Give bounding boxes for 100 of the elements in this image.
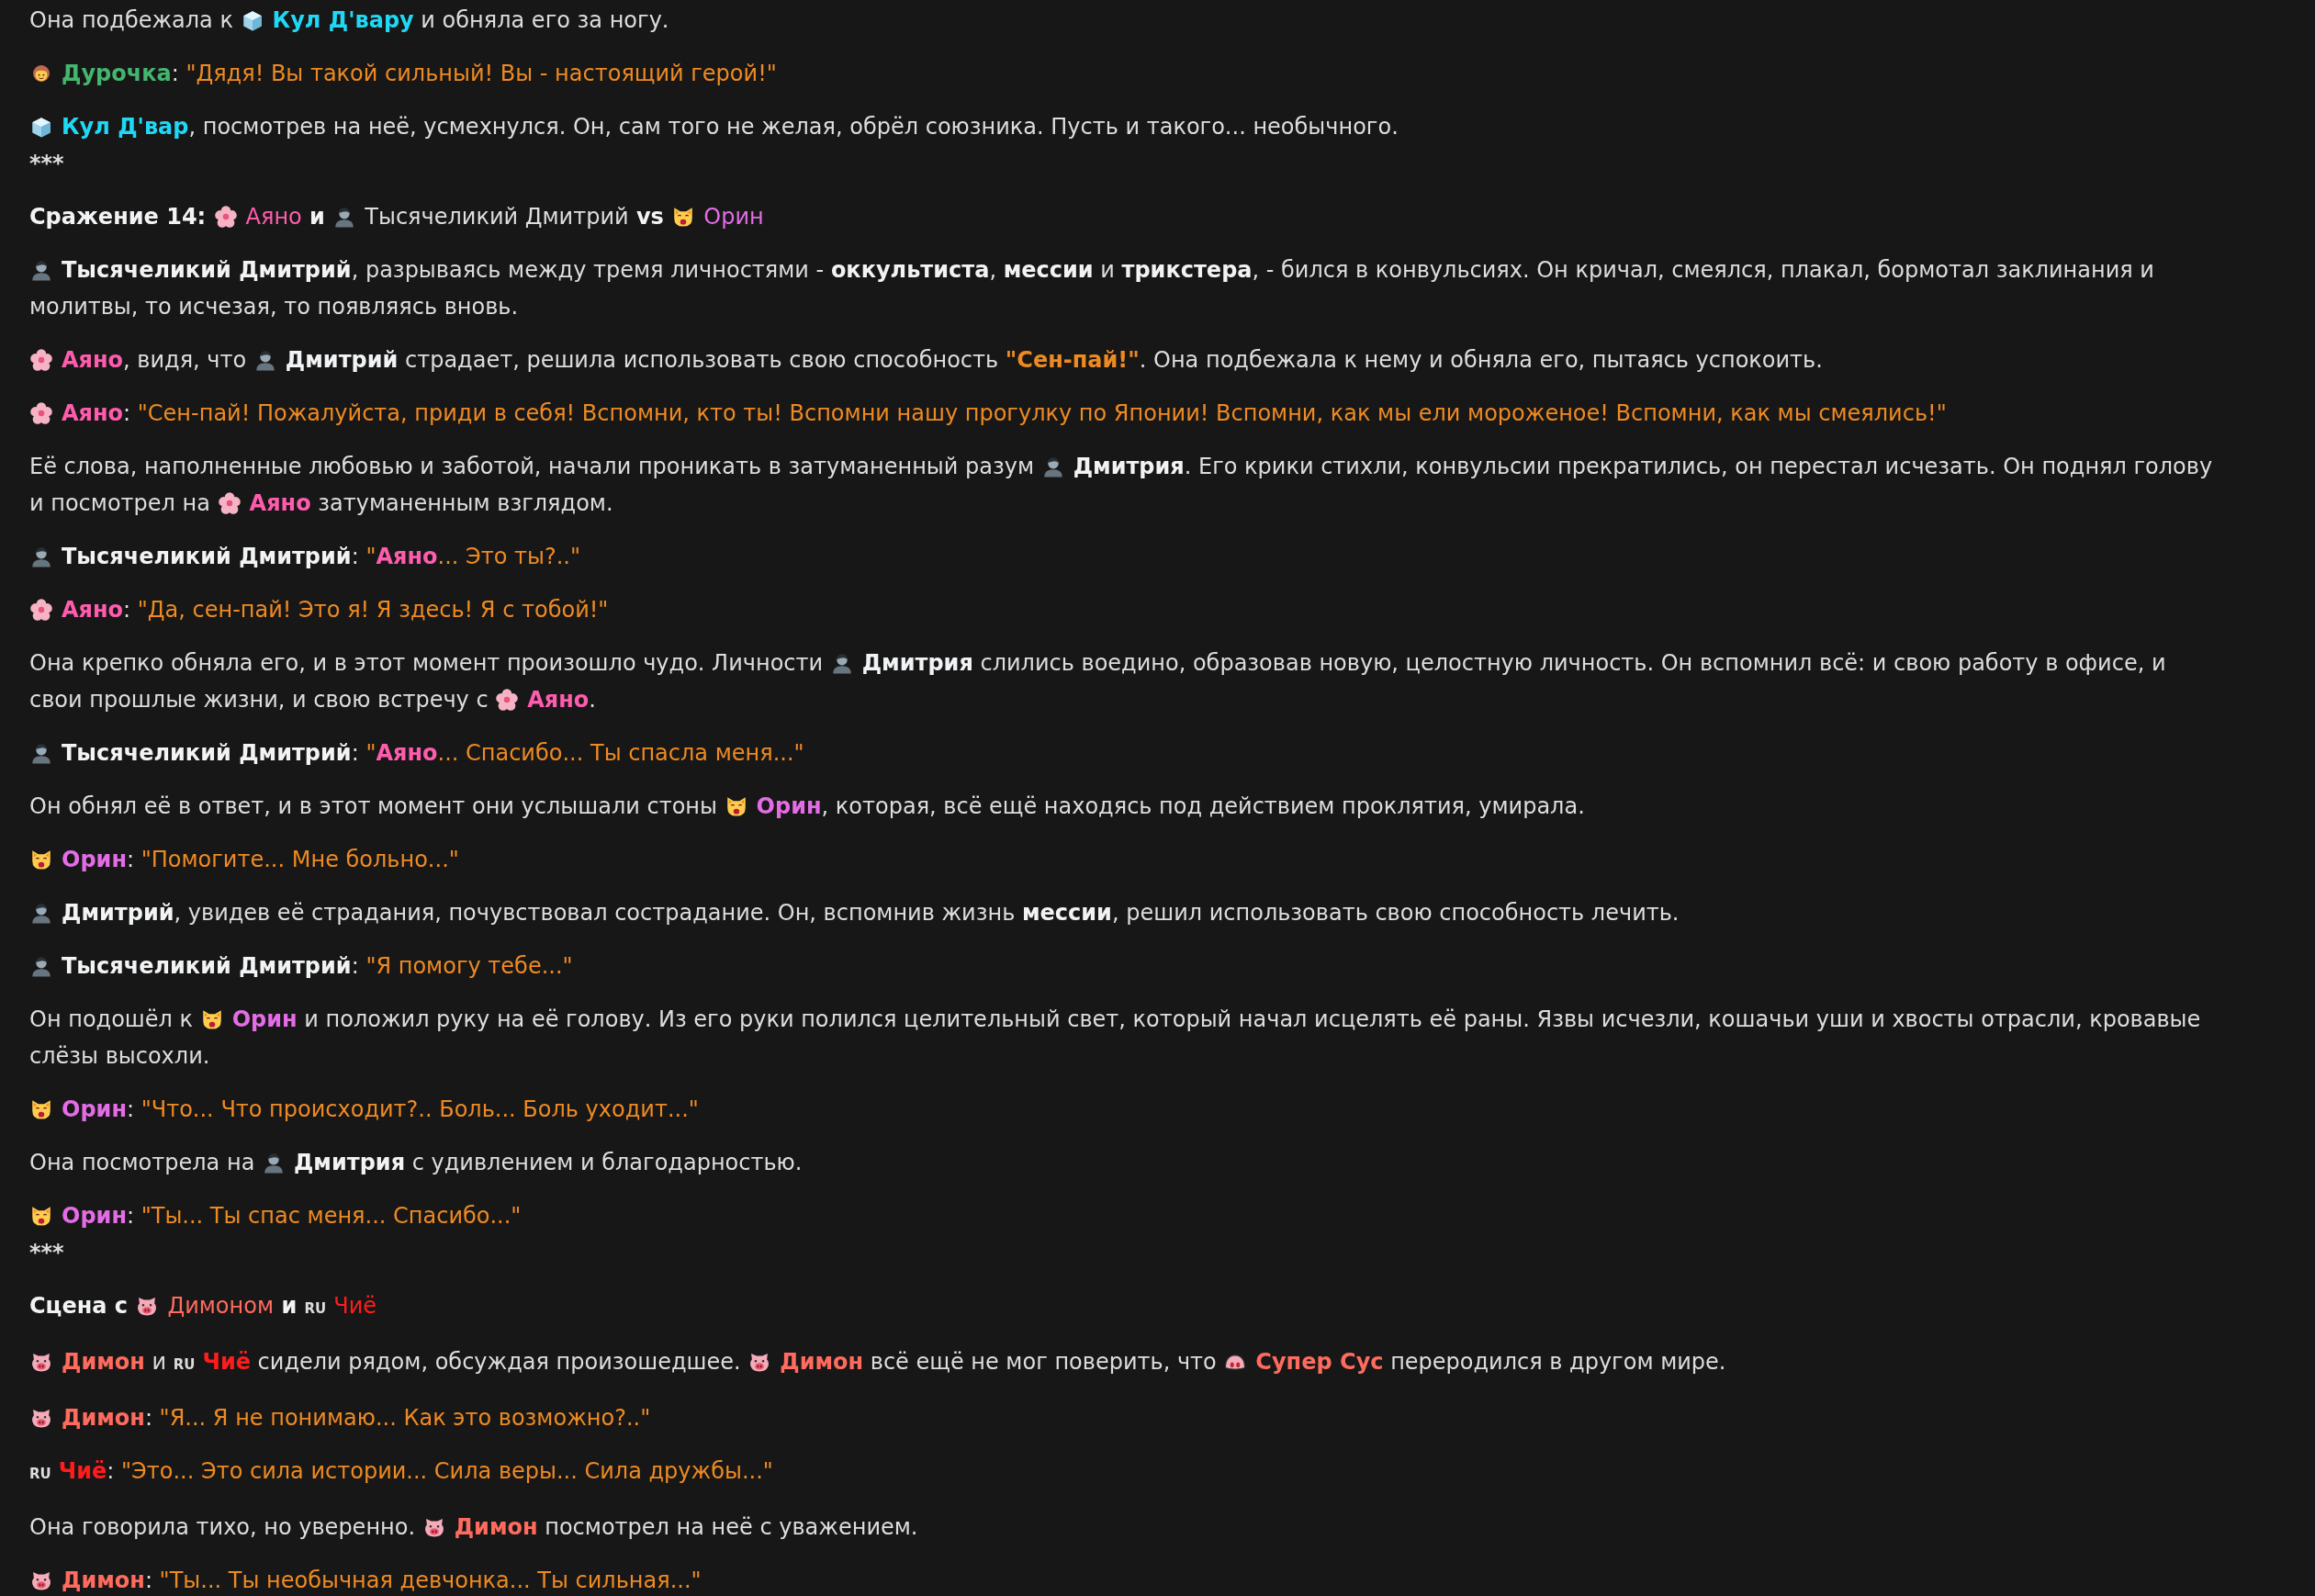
blossom-icon [29,401,53,425]
story-text: Её слова, наполненные любовью и заботой, начали проникать в затуманенный разум [29,454,1035,479]
ice-cube-icon [29,115,53,139]
character-name: Димон [62,1405,145,1431]
cat-icon [29,1204,53,1228]
bold-text: трикстера [1121,257,1253,283]
story-text: свои прошлые жизни, и свою встречу с [29,687,489,713]
bold-text: мессии [1003,257,1094,283]
story-text: , разрываясь между тремя личностями - [351,257,826,283]
story-text: : [171,61,180,86]
story-text: , решил использовать свою способность лечить. [1111,900,1680,926]
story-text: , видя, что [123,347,248,373]
story-text: Она подбежала к [29,7,234,33]
story-text: : [144,1405,153,1431]
story-text: : [127,847,136,872]
country-code: RU [173,1356,196,1373]
bold-text: Тысячеликий Дмитрий [62,740,352,766]
story-text: и [151,1349,168,1375]
bold-text: Дмитрий [62,900,174,926]
story-text: , увидев её страдания, почувствовал сострадание. Он, вспомнив жизнь [174,900,1017,926]
dialogue-text: "Я помогу тебе..." [365,953,573,979]
bold-text: мессии [1021,900,1112,926]
story-text: . [589,687,596,713]
character-name: Орин [62,1203,127,1229]
character-name: Чиё [202,1349,251,1375]
character-name: Димон [62,1349,145,1375]
dialogue-text: "Это... Это сила истории... Сила веры... Сила дружбы..." [120,1458,773,1484]
story-text: слились воедино, образовав новую, целостную личность. Он вспомнил всё: и свою работу в офисе, и [979,650,2166,676]
story-text: Он обнял её в ответ, и в этот момент они услышали стоны [29,793,718,819]
bold-text: и [280,1293,298,1319]
dialogue-text: "Помогите... Мне больно..." [140,847,459,872]
story-text: Он подошёл к [29,1006,195,1032]
story-text: : [127,1096,136,1122]
story-text: посмотрел на неё с уважением. [544,1514,918,1540]
story-text: и [1099,257,1116,283]
bold-text: оккультиста [830,257,990,283]
story-text: , посмотрев на неё, усмехнулся. Он, сам того не желая, обрёл союзника. Пусть и такого... необычного. [188,114,1399,140]
character-name: Орин [62,847,127,872]
bold-text: Дмитрия [1073,454,1185,479]
story-text: , [989,257,998,283]
character-name: Димон [780,1349,864,1375]
story-text: и обняла его за ногу. [420,7,669,33]
story-text: : [127,1203,136,1229]
dialogue-text: "Ты... Ты спас меня... Спасибо..." [140,1203,522,1229]
bold-text: Тысячеликий Дмитрий [62,544,352,569]
dialogue-text: "Дядя! Вы такой сильный! Вы - настоящий герой!" [185,61,777,86]
character-name: Аяно [62,597,124,623]
person-icon [29,954,53,978]
dialogue-text: " [365,740,376,766]
bold-text: Тысячеликий Дмитрий [62,257,352,283]
bold-text: Тысячеликий Дмитрий [62,953,352,979]
character-name: Орин [756,793,822,819]
country-code: RU [304,1300,327,1317]
country-code: RU [29,1466,51,1482]
story-text: молитвы, то исчезая, то появляясь вновь. [29,294,519,320]
bold-text: Сражение 14: [29,204,208,230]
story-text: : [351,953,360,979]
character-name: Кул Д'вару [272,7,414,33]
person-icon [29,901,53,925]
story-text: : [123,400,132,426]
person-icon [29,258,53,282]
character-name: Чиё [333,1293,377,1319]
story-text: . Она подбежала к нему и обняла его, пытаясь успокоить. [1139,347,1823,373]
cat-icon [29,1097,53,1121]
scene-break: *** [29,150,65,178]
story-text: слёзы высохли. [29,1043,210,1069]
story-text: страдает, решила использовать свою способность [404,347,1000,373]
story-text: : [107,1458,116,1484]
story-text: Она говорила тихо, но уверенно. [29,1514,417,1540]
dialogue-text: " [365,544,376,569]
dialogue-text: "Да, сен-пай! Это я! Я здесь! Я с тобой!" [137,597,609,623]
story-text: и положил руку на её голову. Из его руки полился целительный свет, который начал исцелять её раны. Язвы исчезли, кошачьи уши и хвосты отрасли, кровавые [303,1006,2201,1032]
character-name: Димоном [167,1293,275,1319]
dialogue-text: "Я... Я не понимаю... Как это возможно?.." [159,1405,651,1431]
story-text: : [351,544,360,569]
character-name: Дурочка [62,61,172,86]
character-name: Аяно [245,204,302,230]
bold-text: Дмитрия [293,1150,406,1175]
cat-icon [29,848,53,871]
character-name: Аяно [62,347,124,373]
character-name: Орин [231,1006,298,1032]
story-text: с удивлением и благодарностью. [410,1150,803,1175]
character-name: Чиё [58,1458,107,1484]
story-text: : [123,597,132,623]
story-text: : [144,1568,153,1593]
story-text: сидели рядом, обсуждая произошедшее. [256,1349,742,1375]
story-text: переродился в другом мире. [1389,1349,1726,1375]
scene-break: *** [29,1239,65,1267]
blossom-icon [29,348,53,372]
person-icon [29,741,53,765]
character-name: Димон [454,1514,538,1540]
story-text: и посмотрел на [29,490,211,516]
story-text: всё ещё не мог поверить, что [869,1349,1218,1375]
story-text: затуманенным взглядом. [317,490,613,516]
character-name: Аяно [62,400,124,426]
character-name: Орин [62,1096,127,1122]
character-name: Аяно [376,740,438,766]
dialogue-text: "Сен-пай! Пожалуйста, приди в себя! Вспомни, кто ты! Вспомни нашу прогулку по Японии! Вспомни, как мы ели мороженое! Вспомни, как мы смеялись!" [137,400,1947,426]
story-text: , - бился в конвульсиях. Он кричал, смеялся, плакал, бормотал заклинания и [1252,257,2154,283]
ability-name: "Сен-пай!" [1005,347,1140,373]
